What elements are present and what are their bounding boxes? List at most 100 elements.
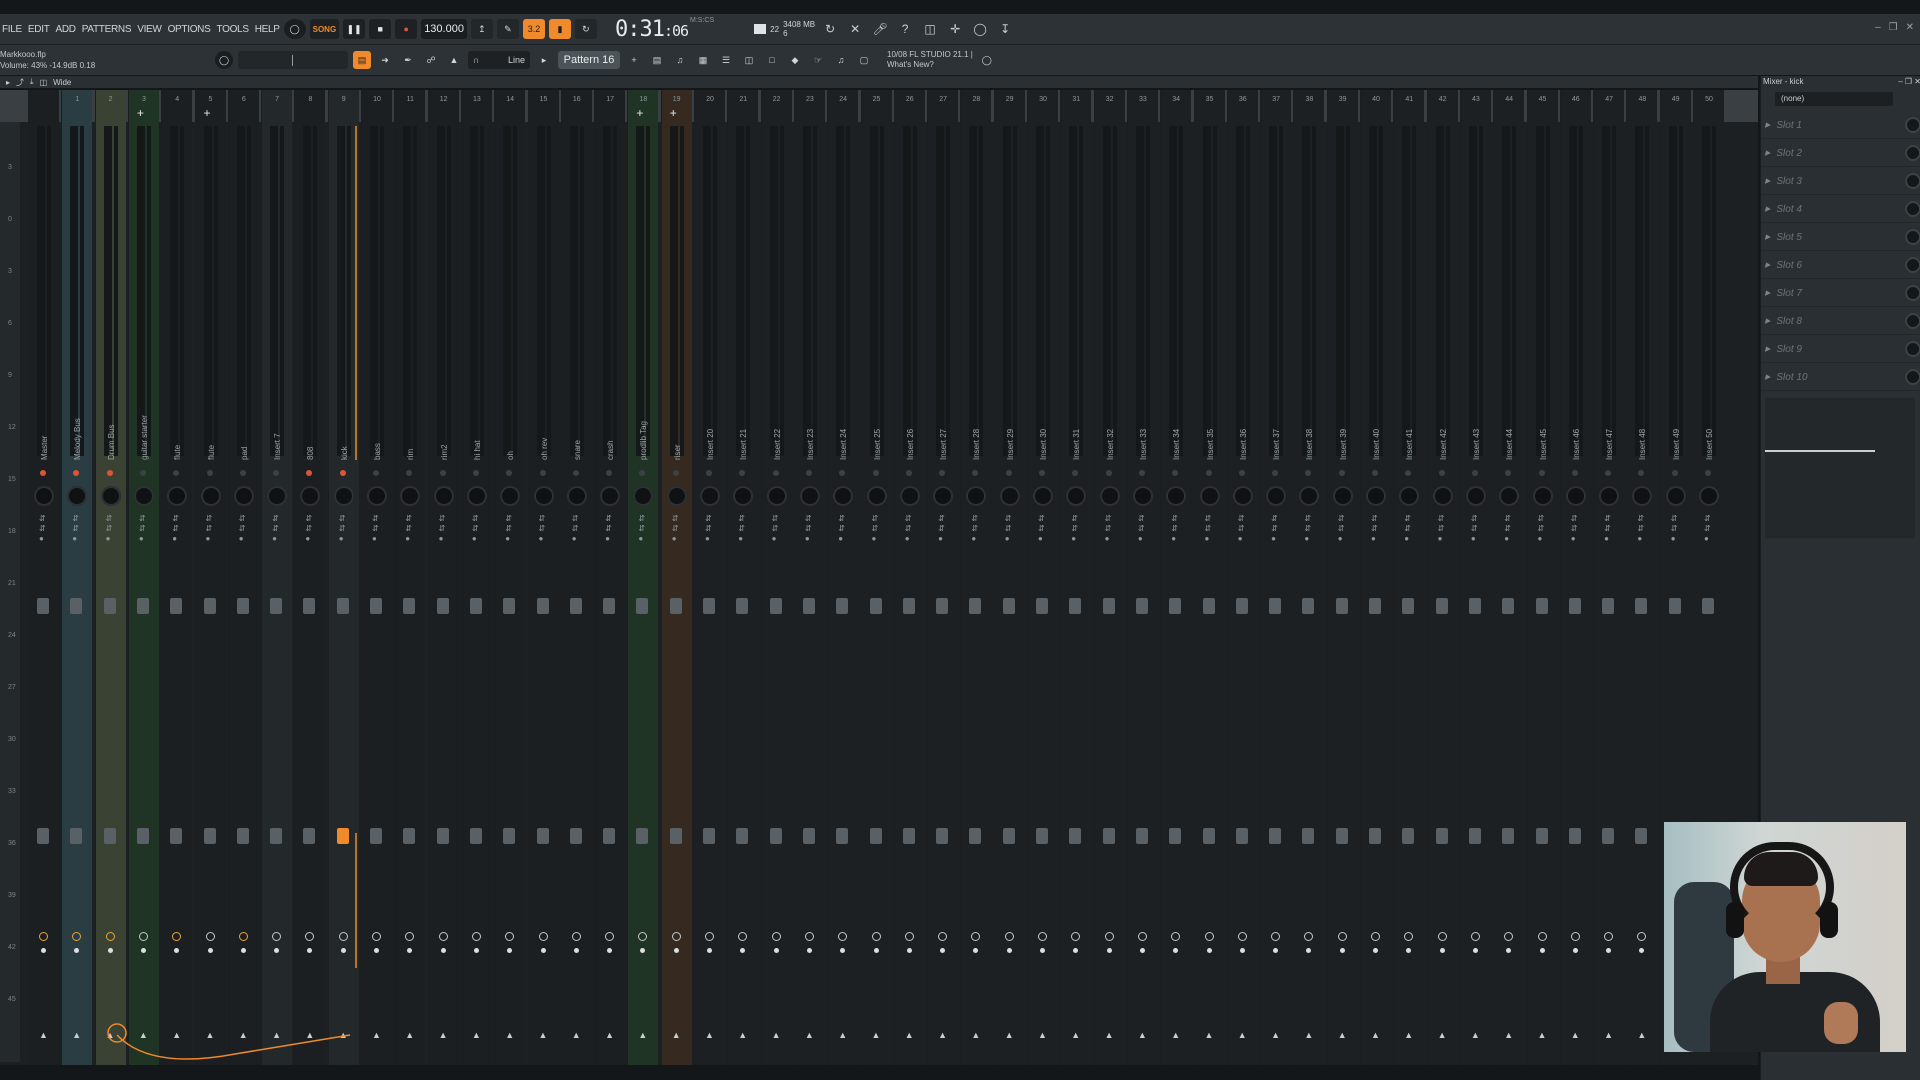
menu-item-view[interactable]: VIEW — [137, 24, 162, 35]
song-position-clock[interactable]: 0:31:06 — [615, 17, 689, 42]
effect-slot[interactable]: ▶ Slot 6 — [1761, 252, 1920, 279]
headphones-icon — [1730, 842, 1834, 932]
effect-slot[interactable]: ▶ Slot 7 — [1761, 280, 1920, 307]
slot-mix-knob[interactable] — [1905, 229, 1920, 245]
slot-label: Slot 10 — [1776, 371, 1808, 383]
link-icon[interactable]: ☍ — [422, 51, 440, 69]
browser-icon[interactable]: ◫ — [740, 51, 758, 69]
pattern-add-icon[interactable]: + — [625, 51, 643, 69]
snap-select[interactable]: ∩ Line — [468, 51, 530, 69]
menu-item-edit[interactable]: EDIT — [28, 24, 50, 35]
record-button[interactable]: ● — [395, 19, 418, 39]
snap-icon[interactable]: ⤴ — [16, 77, 24, 88]
webcam-overlay — [1664, 822, 1906, 1052]
tools-icon[interactable]: ✕ — [845, 19, 865, 39]
slot-expand-icon[interactable]: ▶ — [1765, 233, 1770, 241]
slot-mix-knob[interactable] — [1905, 369, 1920, 385]
slot-mix-knob[interactable] — [1905, 313, 1920, 329]
preset-select[interactable]: (none) — [1775, 92, 1893, 106]
menu-arrow-icon[interactable]: ▸ — [6, 78, 10, 87]
magnet-icon: ∩ — [473, 55, 480, 65]
slot-mix-knob[interactable] — [1905, 201, 1920, 217]
slot-mix-knob[interactable] — [1905, 341, 1920, 357]
slot-mix-knob[interactable] — [1905, 145, 1920, 161]
playlist-window-icon[interactable]: ▤ — [648, 51, 666, 69]
project-icon[interactable]: □ — [763, 51, 781, 69]
menu-item-tools[interactable]: TOOLS — [216, 24, 249, 35]
piano-roll-icon[interactable]: ♫ — [671, 51, 689, 69]
refresh-icon[interactable]: ↻ — [820, 19, 840, 39]
slot-label: Slot 4 — [1776, 203, 1802, 215]
save-icon[interactable]: ◫ — [920, 19, 940, 39]
wait-input-icon[interactable]: ✎ — [496, 19, 519, 39]
effect-slot[interactable]: ▶ Slot 3 — [1761, 168, 1920, 195]
menu-item-patterns[interactable]: PATTERNS — [82, 24, 132, 35]
download-icon[interactable]: ↧ — [995, 19, 1015, 39]
globe-icon[interactable]: ◯ — [978, 51, 996, 69]
microphone-icon[interactable]: 🎤︎ — [870, 19, 890, 39]
metronome-icon[interactable]: ↥ — [470, 19, 493, 39]
slot-expand-icon[interactable]: ▶ — [1765, 373, 1770, 381]
touch-controller-icon[interactable]: ☞ — [809, 51, 827, 69]
slot-expand-icon[interactable]: ▶ — [1765, 317, 1770, 325]
plugin-database-icon[interactable]: ◆ — [786, 51, 804, 69]
view-mode-label[interactable]: Wide — [53, 78, 71, 87]
mixer-icon[interactable]: ☰ — [717, 51, 735, 69]
chat-icon[interactable]: ◯ — [970, 19, 990, 39]
loop-record-icon[interactable]: ↻ — [574, 19, 597, 39]
restore-icon[interactable]: ❐ — [1889, 22, 1898, 33]
slot-expand-icon[interactable]: ▶ — [1765, 177, 1770, 185]
effect-slot[interactable]: ▶ Slot 1 — [1761, 112, 1920, 139]
effect-slot[interactable]: ▶ Slot 4 — [1761, 196, 1920, 223]
plugin-icon[interactable]: ✛ — [945, 19, 965, 39]
menu-item-help[interactable]: HELP — [255, 24, 280, 35]
channel-rack-icon[interactable]: ▦ — [694, 51, 712, 69]
step-edit-icon[interactable]: ▮ — [548, 19, 571, 39]
slot-mix-knob[interactable] — [1905, 117, 1920, 133]
pause-button[interactable]: ❚❚ — [343, 19, 366, 39]
mixer-tool-icon[interactable]: ⤓ — [30, 77, 34, 87]
playlist-icon[interactable]: ▤ — [353, 51, 371, 69]
stop-button[interactable]: ■ — [369, 19, 392, 39]
menu-item-file[interactable]: FILE — [2, 24, 22, 35]
effect-slot[interactable]: ▶ Slot 9 — [1761, 336, 1920, 363]
effect-slot[interactable]: ▶ Slot 8 — [1761, 308, 1920, 335]
tempo-tapper-icon[interactable]: ♫ — [832, 51, 850, 69]
master-volume-knob[interactable]: ◯ — [215, 51, 233, 69]
arrow-icon[interactable]: ➜ — [376, 51, 394, 69]
effect-slot[interactable]: ▶ Slot 2 — [1761, 140, 1920, 167]
slot-mix-knob[interactable] — [1905, 257, 1920, 273]
master-pitch-slider[interactable]: │ — [238, 51, 348, 69]
brush-icon[interactable]: ✒ — [399, 51, 417, 69]
slot-expand-icon[interactable]: ▶ — [1765, 289, 1770, 297]
panel-window-icons[interactable]: – ❐ ✕ — [1898, 77, 1920, 90]
close-icon[interactable]: ✕ — [1906, 22, 1914, 33]
effect-slot[interactable]: ▶ Slot 5 — [1761, 224, 1920, 251]
effect-slot[interactable]: ▶ Slot 10 — [1761, 364, 1920, 391]
cpu-monitor: 22 3408 MB 6 — [754, 20, 815, 38]
master-pitch-knob[interactable]: ◯ — [283, 19, 306, 39]
minimize-icon[interactable]: – — [1875, 22, 1881, 33]
slot-expand-icon[interactable]: ▶ — [1765, 149, 1770, 157]
countdown-icon[interactable]: 3.2 — [522, 19, 545, 39]
pattern-select[interactable]: Pattern 16 — [558, 51, 620, 69]
cart-icon[interactable]: ▢ — [855, 51, 873, 69]
help-icon[interactable]: ? — [895, 19, 915, 39]
slot-mix-knob[interactable] — [1905, 173, 1920, 189]
pattern-prev-icon[interactable]: ▸ — [535, 51, 553, 69]
slot-mix-knob[interactable] — [1905, 285, 1920, 301]
view-icon[interactable]: ◫ — [40, 78, 48, 87]
insert-panel-title: Mixer - kick — [1763, 77, 1804, 86]
slot-expand-icon[interactable]: ▶ — [1765, 345, 1770, 353]
tempo-display[interactable]: 130.000 — [421, 19, 467, 39]
stamp-icon[interactable]: ▲ — [445, 51, 463, 69]
menu-item-add[interactable]: ADD — [56, 24, 77, 35]
slot-expand-icon[interactable]: ▶ — [1765, 121, 1770, 129]
pattern-song-toggle[interactable]: SONG — [309, 19, 340, 39]
news-panel[interactable]: 10/08 FL STUDIO 21.1 | What's New? — [887, 50, 973, 70]
slot-expand-icon[interactable]: ▶ — [1765, 261, 1770, 269]
eq-panel[interactable] — [1765, 398, 1915, 538]
menu-item-options[interactable]: OPTIONS — [168, 24, 211, 35]
slot-label: Slot 3 — [1776, 175, 1802, 187]
slot-expand-icon[interactable]: ▶ — [1765, 205, 1770, 213]
